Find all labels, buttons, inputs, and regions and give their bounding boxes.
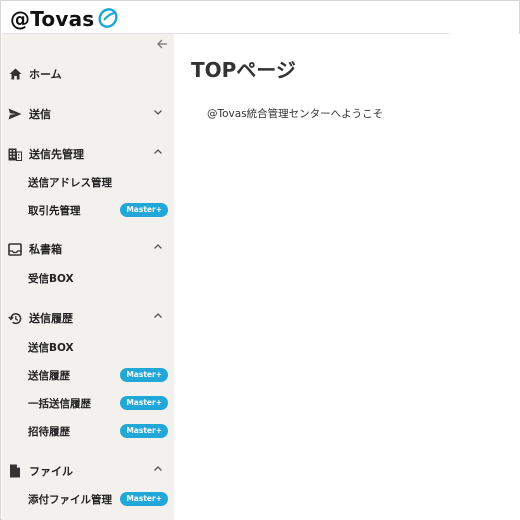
home-icon [7, 66, 23, 82]
sidebar-item-label: 送信先管理 [29, 148, 84, 161]
sidebar-subitem-inbox[interactable]: 受信BOX [2, 267, 174, 289]
sidebar-subitem-bulk-send-history[interactable]: 一括送信履歴 Master+ [2, 392, 174, 414]
sidebar-subitem-label: 添付ファイル管理 [28, 493, 112, 506]
sidebar-subitem-label: 招待履歴 [28, 425, 70, 438]
inbox-icon [7, 241, 23, 257]
sidebar-item-send-history[interactable]: 送信履歴 [2, 306, 174, 330]
sidebar-subitem-label: 受信BOX [28, 272, 74, 285]
master-plus-badge: Master+ [120, 396, 168, 410]
sidebar-item-label: 送信履歴 [29, 312, 73, 325]
sidebar-subitem-attachment-management[interactable]: 添付ファイル管理 Master+ [2, 488, 174, 510]
sidebar-subitem-label: 送信BOX [28, 341, 74, 354]
collapse-sidebar-button[interactable] [154, 38, 170, 54]
sidebar-item-files[interactable]: ファイル [2, 459, 174, 483]
welcome-message: @Tovas統合管理センターへようこそ [207, 108, 384, 120]
master-plus-badge: Master+ [120, 203, 168, 217]
sidebar: ホーム 送信 送信先管理 送信アドレス管理 取引先管理 Master+ 私書箱 … [2, 34, 174, 520]
window-frame: @Tovas ホーム 送信 送信先管理 送信アドレス管理 取引先管理 Maste… [0, 0, 520, 520]
sidebar-subitem-client-management[interactable]: 取引先管理 Master+ [2, 199, 174, 221]
master-plus-badge: Master+ [120, 424, 168, 438]
chevron-up-icon[interactable] [152, 241, 164, 257]
chevron-up-icon[interactable] [152, 146, 164, 162]
sidebar-item-label: 私書箱 [29, 243, 62, 256]
chevron-up-icon[interactable] [152, 310, 164, 326]
sidebar-item-send[interactable]: 送信 [2, 102, 174, 126]
sidebar-subitem-invitation-history[interactable]: 招待履歴 Master+ [2, 420, 174, 442]
page-title: TOPページ [191, 58, 296, 82]
chevron-down-icon[interactable] [152, 106, 164, 122]
sidebar-item-label: ファイル [29, 465, 73, 478]
sidebar-item-home[interactable]: ホーム [2, 62, 174, 86]
sidebar-subitem-sent-box[interactable]: 送信BOX [2, 336, 174, 358]
master-plus-badge: Master+ [120, 368, 168, 382]
building-icon [7, 146, 23, 162]
sidebar-item-recipient-management[interactable]: 送信先管理 [2, 142, 174, 166]
logo[interactable]: @Tovas [10, 6, 120, 32]
sidebar-subitem-label: 送信履歴 [28, 369, 70, 382]
sidebar-subitem-label: 一括送信履歴 [28, 397, 91, 410]
top-bar: @Tovas [2, 2, 450, 34]
main-content: TOPページ @Tovas統合管理センターへようこそ [174, 34, 520, 520]
master-plus-badge: Master+ [120, 492, 168, 506]
sidebar-subitem-label: 取引先管理 [28, 204, 81, 217]
send-icon [7, 106, 23, 122]
sidebar-item-label: 送信 [29, 108, 51, 121]
sidebar-subitem-label: 送信アドレス管理 [28, 176, 112, 189]
file-icon [7, 463, 23, 479]
arrow-left-icon [157, 39, 167, 49]
sidebar-item-mailbox[interactable]: 私書箱 [2, 237, 174, 261]
sidebar-subitem-send-history[interactable]: 送信履歴 Master+ [2, 364, 174, 386]
chevron-up-icon[interactable] [152, 463, 164, 479]
sidebar-subitem-send-address-management[interactable]: 送信アドレス管理 [2, 171, 174, 193]
history-icon [7, 310, 23, 326]
sidebar-item-label: ホーム [29, 68, 62, 81]
tovas-logo-mark-icon [98, 8, 118, 28]
logo-text: @Tovas [10, 7, 95, 31]
